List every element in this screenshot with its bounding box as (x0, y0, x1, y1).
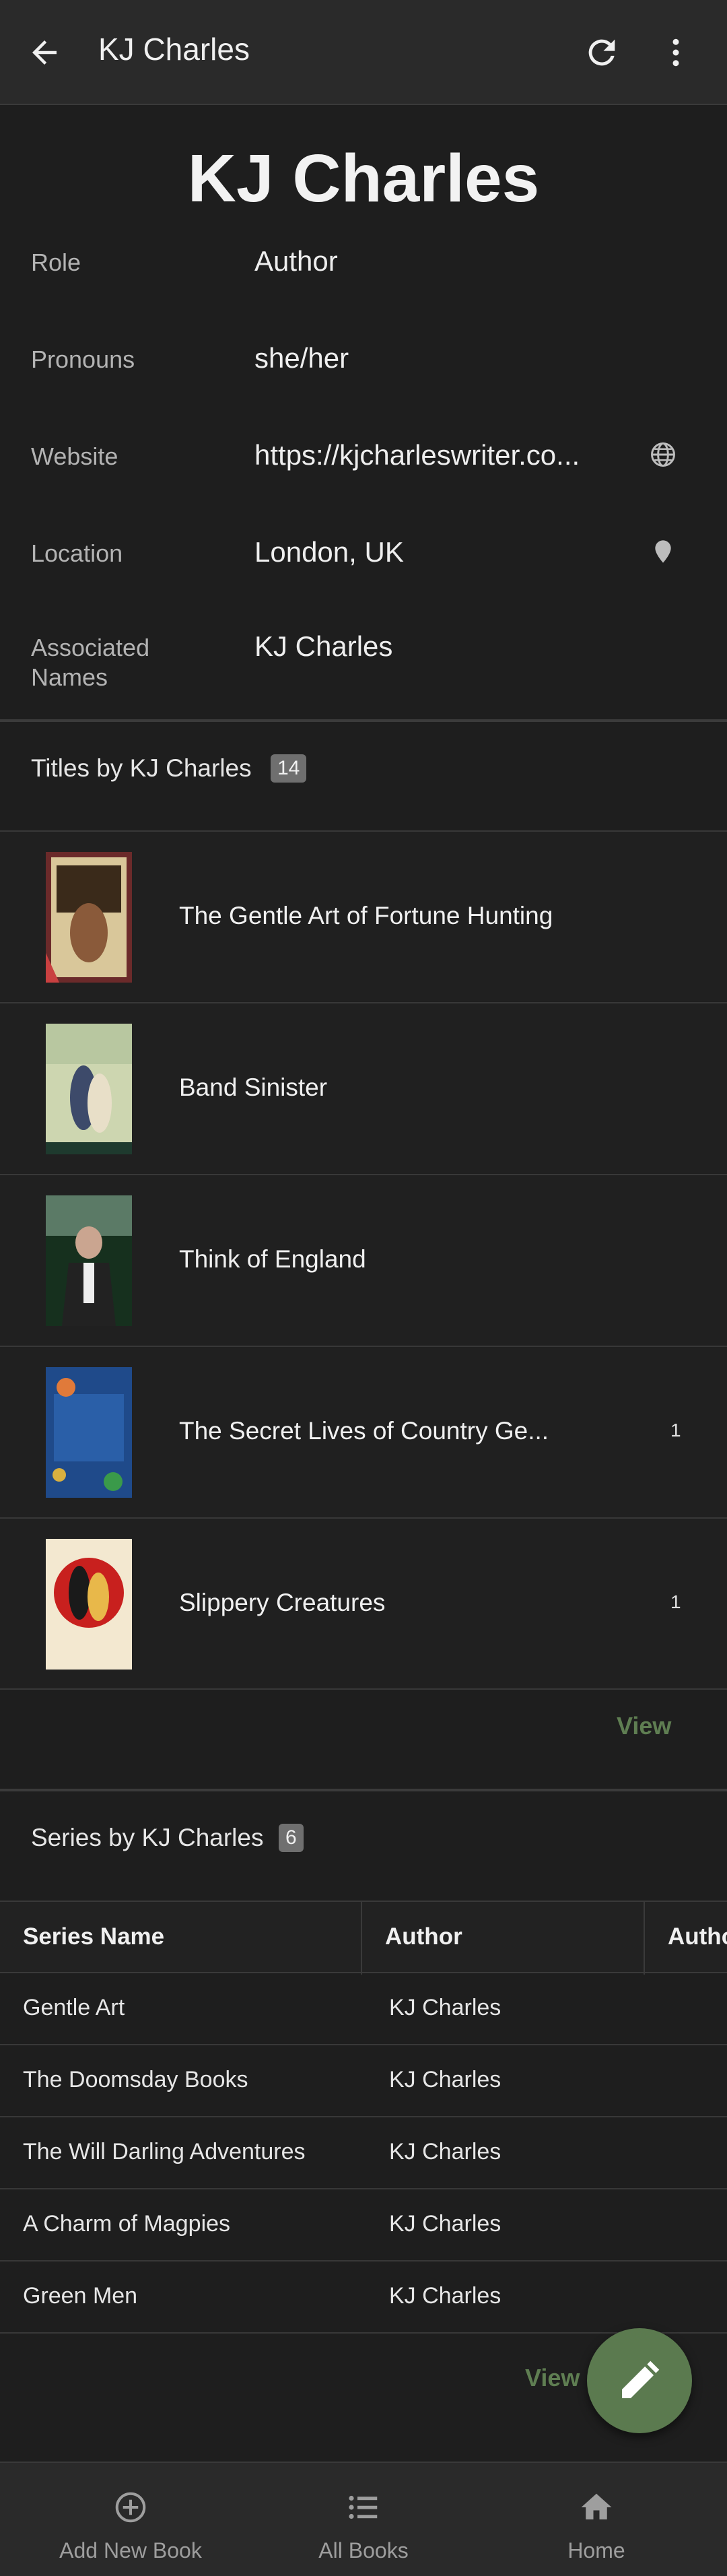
nav-label: All Books (318, 2538, 409, 2563)
book-list-item[interactable]: Think of England (0, 1174, 727, 1345)
book-count: 1 (670, 1420, 681, 1441)
book-cover-image[interactable] (46, 1539, 132, 1670)
table-row[interactable]: A Charm of Magpies KJ Charles (0, 2189, 727, 2261)
table-row[interactable]: The Will Darling Adventures KJ Charles (0, 2117, 727, 2189)
series-author-cell: KJ Charles (389, 2283, 501, 2309)
detail-label: Website (31, 442, 118, 470)
book-cover-image[interactable] (46, 1195, 132, 1326)
edit-fab-button[interactable] (587, 2328, 692, 2433)
series-name-cell: A Charm of Magpies (23, 2211, 231, 2237)
titles-view-button[interactable]: View (617, 1712, 671, 1740)
series-count-badge: 6 (279, 1824, 304, 1852)
book-list-item[interactable]: The Gentle Art of Fortune Hunting (0, 830, 727, 1001)
add-circle-icon (110, 2487, 151, 2528)
detail-row-associated-names: Associated Names KJ Charles (0, 624, 727, 718)
series-section-heading: Series by KJ Charles (31, 1824, 264, 1851)
detail-row-role: Role Author (0, 236, 727, 333)
series-name-cell: The Doomsday Books (23, 2067, 248, 2092)
book-count: 1 (670, 1591, 681, 1612)
bottom-navigation: Add New Book All Books Home (0, 2462, 727, 2576)
back-button[interactable] (20, 28, 69, 77)
series-name-cell: The Will Darling Adventures (23, 2139, 306, 2165)
titles-count-badge: 14 (271, 754, 307, 783)
app-bar-title: KJ Charles (98, 32, 250, 67)
section-divider (0, 719, 727, 722)
column-header-author-2[interactable]: Autho (668, 1923, 727, 1950)
website-link[interactable]: https://kjcharleswriter.co... (254, 439, 580, 471)
book-title: Band Sinister (179, 1074, 328, 1101)
list-icon (343, 2487, 384, 2528)
book-title: Think of England (179, 1245, 366, 1273)
detail-label: Location (31, 539, 123, 567)
series-author-cell: KJ Charles (389, 2211, 501, 2237)
series-author-cell: KJ Charles (389, 2139, 501, 2165)
book-cover-image[interactable] (46, 1367, 132, 1498)
series-table-header: Series Name Author Autho (0, 1901, 727, 1975)
detail-value: London, UK (254, 536, 404, 568)
nav-home[interactable]: Home (475, 2463, 718, 2576)
detail-row-pronouns: Pronouns she/her (0, 333, 727, 430)
edit-icon (622, 2360, 660, 2398)
nav-all-books[interactable]: All Books (242, 2463, 485, 2576)
book-cover-image[interactable] (46, 852, 132, 983)
series-name-cell: Green Men (23, 2283, 138, 2309)
series-author-cell: KJ Charles (389, 1995, 501, 2020)
app-bar: KJ Charles (0, 0, 727, 105)
detail-row-location[interactable]: Location London, UK (0, 527, 727, 624)
titles-section-heading: Titles by KJ Charles (31, 754, 252, 782)
refresh-button[interactable] (576, 27, 627, 78)
column-header-series-name[interactable]: Series Name (23, 1923, 164, 1950)
book-title: The Secret Lives of Country Ge... (179, 1417, 549, 1445)
series-author-cell: KJ Charles (389, 2067, 501, 2092)
detail-label: Role (31, 249, 81, 276)
book-list-item[interactable]: Band Sinister (0, 1002, 727, 1173)
column-separator (644, 1902, 645, 1975)
table-row[interactable]: The Doomsday Books KJ Charles (0, 2045, 727, 2117)
book-cover-image[interactable] (46, 1024, 132, 1154)
column-header-author[interactable]: Author (385, 1923, 462, 1950)
map-pin-icon[interactable] (645, 533, 681, 570)
refresh-icon (588, 39, 615, 66)
book-list-item[interactable]: Slippery Creatures 1 (0, 1517, 727, 1690)
table-row[interactable]: Gentle Art KJ Charles (0, 1973, 727, 2045)
author-name-heading: KJ Charles (187, 141, 540, 216)
home-icon (576, 2487, 617, 2528)
detail-value: Author (254, 245, 338, 277)
nav-label: Home (567, 2538, 625, 2563)
column-separator (361, 1902, 362, 1975)
detail-row-website[interactable]: Website https://kjcharleswriter.co... (0, 430, 727, 527)
book-list-item[interactable]: The Secret Lives of Country Ge... 1 (0, 1346, 727, 1517)
book-title: Slippery Creatures (179, 1589, 386, 1616)
detail-label: Pronouns (31, 345, 135, 373)
more-vertical-icon (672, 38, 679, 67)
detail-value: she/her (254, 342, 349, 374)
nav-label: Add New Book (59, 2538, 202, 2563)
arrow-left-icon (32, 40, 57, 65)
detail-label: Associated Names (31, 634, 150, 691)
table-row[interactable]: Green Men KJ Charles (0, 2261, 727, 2334)
book-title: The Gentle Art of Fortune Hunting (179, 902, 553, 929)
nav-add-new-book[interactable]: Add New Book (9, 2463, 252, 2576)
series-view-button[interactable]: View (525, 2364, 580, 2392)
globe-icon[interactable] (645, 436, 681, 473)
detail-value: KJ Charles (254, 630, 393, 662)
section-divider (0, 1789, 727, 1791)
more-options-button[interactable] (650, 27, 701, 78)
series-name-cell: Gentle Art (23, 1995, 125, 2020)
